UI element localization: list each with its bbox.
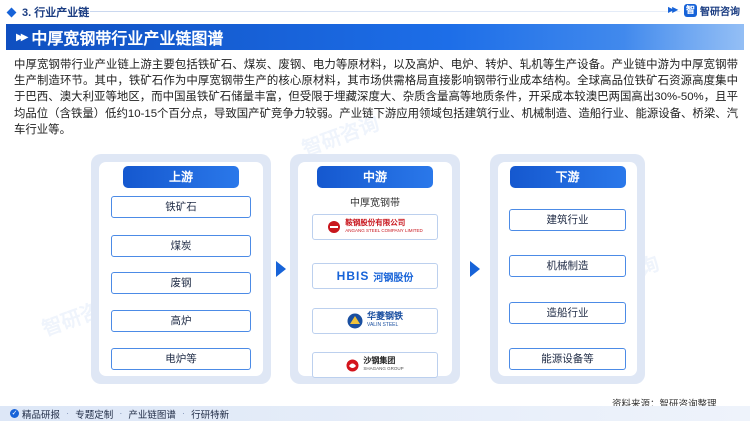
angang-emblem-icon bbox=[328, 221, 341, 233]
section-title: 3. 行业产业链 bbox=[22, 7, 90, 19]
double-chevron-icon: ▶▶ bbox=[668, 5, 678, 14]
company-sub: SHAGANG GROUP bbox=[363, 366, 404, 371]
brand-logo: 智 智研咨询 bbox=[684, 3, 740, 18]
upstream-item: 煤炭 bbox=[111, 235, 251, 257]
top-bar: 3. 行业产业链 ▶▶ 智 智研咨询 bbox=[0, 0, 750, 22]
separator: · bbox=[66, 408, 70, 419]
separator: · bbox=[119, 408, 123, 419]
intro-paragraph: 中厚宽钢带行业产业链上游主要包括铁矿石、煤炭、废钢、电力等原材料，以及高炉、电炉… bbox=[14, 59, 738, 136]
footer-item: 专题定制 bbox=[75, 407, 113, 421]
brand-name: 智研咨询 bbox=[700, 7, 740, 18]
upstream-item: 高炉 bbox=[111, 310, 251, 332]
downstream-item: 能源设备等 bbox=[509, 348, 626, 370]
company-logo-valin: 华菱钢铁 VALIN STEEL bbox=[312, 308, 438, 334]
double-chevron-icon: ▶▶ bbox=[16, 31, 29, 43]
separator: · bbox=[181, 408, 186, 419]
upstream-item: 铁矿石 bbox=[111, 196, 251, 218]
downstream-item: 机械制造 bbox=[509, 255, 626, 277]
downstream-item: 建筑行业 bbox=[509, 209, 626, 231]
upstream-item: 废钢 bbox=[111, 272, 251, 294]
midstream-title: 中游 bbox=[317, 166, 433, 188]
company-logo-angang: 鞍钢股份有限公司 ANGANG STEEL COMPANY LIMITED bbox=[312, 214, 438, 240]
shagang-emblem-icon bbox=[346, 359, 359, 371]
company-sub: ANGANG STEEL COMPANY LIMITED bbox=[345, 228, 423, 233]
footer-label: 行研特新 bbox=[191, 409, 230, 421]
banner-decoration bbox=[624, 24, 744, 50]
arrow-right-icon bbox=[470, 261, 480, 277]
downstream-panel-body: 下游 建筑行业 机械制造 造船行业 能源设备等 bbox=[498, 162, 637, 376]
footer-label: 精品研报 bbox=[22, 409, 61, 421]
downstream-title: 下游 bbox=[509, 166, 626, 188]
footer-bar: ✓ 精品研报 · 专题定制 · 产业链图谱 · 行研特新 bbox=[0, 406, 750, 421]
page-title: 中厚宽钢带行业产业链图谱 bbox=[31, 31, 224, 48]
downstream-item: 造船行业 bbox=[509, 302, 626, 324]
footer-item: 行研特新 bbox=[191, 407, 229, 421]
footer-label: 专题定制 bbox=[75, 409, 114, 421]
footer-item: ✓ 精品研报 bbox=[10, 407, 60, 421]
footer-item: 产业链图谱 bbox=[128, 407, 176, 421]
upstream-item: 电炉等 bbox=[111, 348, 251, 370]
company-prefix: HBIS bbox=[336, 269, 370, 283]
midstream-panel: 中游 中厚宽钢带 鞍钢股份有限公司 ANGANG STEEL COMPANY L… bbox=[290, 154, 460, 384]
midstream-product-label: 中厚宽钢带 bbox=[350, 198, 400, 209]
arrow-right-icon bbox=[276, 261, 286, 277]
title-banner: ▶▶ 中厚宽钢带行业产业链图谱 bbox=[6, 24, 744, 50]
brand-icon: 智 bbox=[684, 4, 697, 17]
upstream-title: 上游 bbox=[123, 166, 239, 188]
company-name: 沙钢集团 bbox=[363, 356, 396, 365]
company-name: 鞍钢股份有限公司 bbox=[345, 218, 406, 227]
company-logo-hbis: HBIS 河钢股份 bbox=[312, 263, 438, 289]
upstream-panel: 上游 铁矿石 煤炭 废钢 高炉 电炉等 bbox=[91, 154, 271, 384]
company-logo-shagang: 沙钢集团 SHAGANG GROUP bbox=[312, 352, 438, 378]
company-name: 河钢股份 bbox=[373, 272, 414, 284]
midstream-panel-body: 中游 中厚宽钢带 鞍钢股份有限公司 ANGANG STEEL COMPANY L… bbox=[298, 162, 452, 378]
downstream-panel: 下游 建筑行业 机械制造 造船行业 能源设备等 bbox=[490, 154, 645, 384]
valin-emblem-icon bbox=[347, 313, 363, 329]
diamond-icon bbox=[6, 7, 17, 17]
divider bbox=[90, 11, 680, 12]
check-icon: ✓ bbox=[10, 409, 19, 418]
section-tag: 3. 行业产业链 bbox=[6, 4, 90, 20]
company-sub: VALIN STEEL bbox=[366, 322, 399, 328]
company-name: 华菱钢铁 bbox=[366, 311, 403, 321]
upstream-panel-body: 上游 铁矿石 煤炭 废钢 高炉 电炉等 bbox=[99, 162, 263, 376]
footer-label: 产业链图谱 bbox=[128, 409, 176, 421]
